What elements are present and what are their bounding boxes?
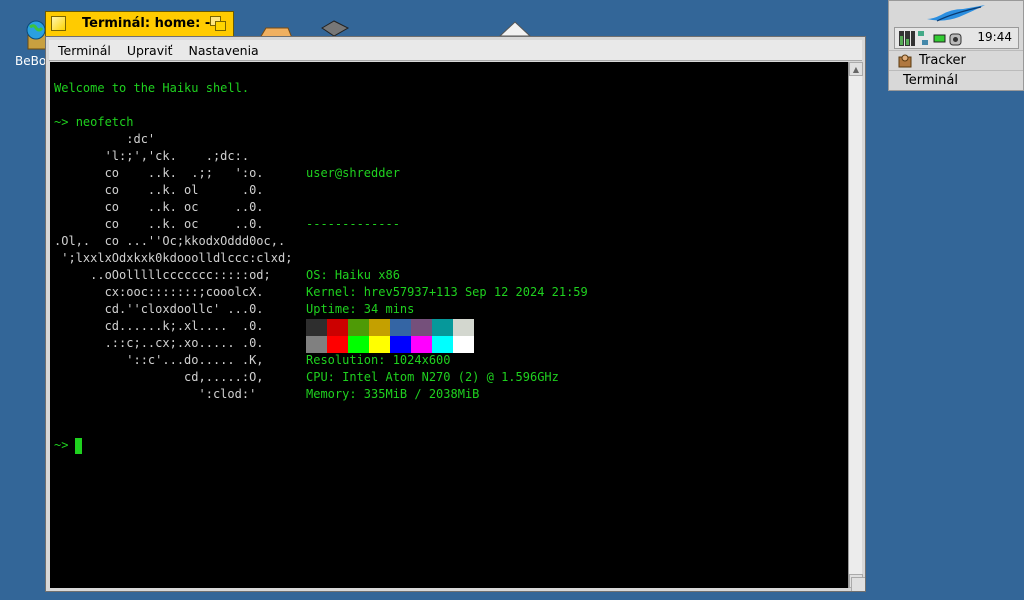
deskbar-item-label: Tracker: [919, 53, 966, 68]
info-line: Uptime: 34 mins: [306, 301, 588, 318]
palette-swatch: [390, 319, 411, 336]
zoom-button[interactable]: [210, 16, 226, 31]
info-key: OS:: [306, 268, 335, 282]
menu-settings[interactable]: Nastavenia: [180, 43, 266, 58]
logo-line: .::c;..cx;.xo..... .0.: [54, 336, 264, 350]
palette-swatch: [348, 319, 369, 336]
command: neofetch: [75, 115, 134, 129]
deskbar: 19:44 Tracker Terminál: [888, 0, 1024, 91]
close-button[interactable]: [51, 16, 66, 31]
info-key: Memory:: [306, 387, 364, 401]
info-value: Intel Atom N270 (2) @ 1.596GHz: [342, 370, 559, 384]
info-line: Resolution: 1024x600: [306, 352, 588, 369]
prompt: ~>: [54, 115, 69, 129]
terminal-view[interactable]: Welcome to the Haiku shell. ~> neofetch …: [50, 62, 848, 588]
info-line: OS: Haiku x86: [306, 267, 588, 284]
logo-line: co ..k. .;; ':o.: [54, 166, 264, 180]
logo-line: cd......k;.xl.... .0.: [54, 319, 264, 333]
logo-line: co ..k. ol .0.: [54, 183, 264, 197]
palette-swatch: [390, 336, 411, 353]
logo-line: ';lxxlxOdxkxk0kdooolldlccc:clxd;: [54, 251, 293, 265]
welcome-text: Welcome to the Haiku shell.: [54, 81, 250, 95]
color-palette: [306, 319, 474, 353]
palette-swatch: [327, 319, 348, 336]
palette-swatch: [306, 336, 327, 353]
prompt-2: ~>: [54, 438, 69, 452]
haiku-leaf-icon[interactable]: [923, 3, 989, 25]
palette-row-bright: [306, 336, 474, 353]
logo-line: .Ol,. co ...''Oc;kkodxOddd0oc,.: [54, 234, 286, 248]
info-line: Memory: 335MiB / 2038MiB: [306, 386, 588, 403]
menu-bar: Terminál Upraviť Nastavenia: [49, 40, 862, 61]
command-line: ~> neofetch: [54, 114, 133, 131]
network-icon[interactable]: [917, 31, 929, 46]
cpu-monitor-icon[interactable]: [899, 31, 915, 46]
logo-line: co ..k. oc ..0.: [54, 200, 264, 214]
info-value: Haiku x86: [334, 268, 400, 282]
info-value: 1024x600: [392, 353, 451, 367]
logo-line: ':clod:': [54, 387, 257, 401]
haiku-ascii-logo: :dc' 'l:;','ck. .;dc:. co ..k. .;; ':o. …: [54, 131, 292, 403]
system-info: user@shredder ------------- OS: Haiku x8…: [306, 131, 588, 403]
palette-swatch: [327, 336, 348, 353]
logo-line: co ..k. oc ..0.: [54, 217, 264, 231]
deskbar-clock[interactable]: 19:44: [977, 30, 1012, 44]
system-tray: 19:44: [894, 27, 1019, 49]
info-line: CPU: Intel Atom N270 (2) @ 1.596GHz: [306, 369, 588, 386]
palette-swatch: [369, 319, 390, 336]
menu-terminal[interactable]: Terminál: [49, 43, 119, 58]
info-key: Resolution:: [306, 353, 393, 367]
user-host: user@shredder: [306, 166, 400, 180]
deskbar-item-tracker[interactable]: Tracker: [889, 50, 1023, 70]
deskbar-item-terminal[interactable]: Terminál: [889, 70, 1023, 90]
menu-edit[interactable]: Upraviť: [119, 43, 181, 58]
deskbar-item-label: Terminál: [903, 73, 958, 88]
scroll-up-arrow[interactable]: ▲: [849, 62, 863, 76]
text-cursor: [75, 438, 82, 454]
terminal-window: Terminál Upraviť Nastavenia Welcome to t…: [45, 36, 866, 592]
palette-swatch: [453, 319, 474, 336]
volume-icon[interactable]: [949, 31, 963, 46]
palette-swatch: [411, 319, 432, 336]
tracker-icon: [898, 54, 912, 67]
logo-line: cd,.....:O,: [54, 370, 264, 384]
palette-swatch: [453, 336, 474, 353]
window-title: Terminál: home: --: [82, 16, 216, 31]
info-value: 34 mins: [363, 302, 415, 316]
info-key: Uptime:: [306, 302, 364, 316]
palette-swatch: [411, 336, 432, 353]
logo-line: ..oOolllllccccccc:::::od;: [54, 268, 271, 282]
battery-icon[interactable]: [933, 31, 947, 46]
window-tab[interactable]: Terminál: home: --: [45, 11, 234, 37]
logo-line: cd.''cloxdoollc' ...0.: [54, 302, 264, 316]
info-value: 335MiB / 2038MiB: [363, 387, 480, 401]
vertical-scrollbar[interactable]: ▲ ▼: [848, 62, 863, 588]
palette-row-normal: [306, 319, 474, 336]
logo-line: 'l:;','ck. .;dc:.: [54, 149, 250, 163]
info-value: hrev57937+113 Sep 12 2024 21:59: [363, 285, 588, 299]
logo-line: '::c'...do..... .K,: [54, 353, 264, 367]
resize-handle[interactable]: [851, 577, 865, 591]
palette-swatch: [369, 336, 390, 353]
palette-swatch: [306, 319, 327, 336]
palette-swatch: [432, 336, 453, 353]
logo-line: :dc': [54, 132, 156, 146]
info-key: CPU:: [306, 370, 343, 384]
info-key: Kernel:: [306, 285, 364, 299]
palette-swatch: [432, 319, 453, 336]
info-line: Kernel: hrev57937+113 Sep 12 2024 21:59: [306, 284, 588, 301]
separator: -------------: [306, 217, 400, 231]
logo-line: cx:ooc:::::::;cooolcX.: [54, 285, 264, 299]
palette-swatch: [348, 336, 369, 353]
